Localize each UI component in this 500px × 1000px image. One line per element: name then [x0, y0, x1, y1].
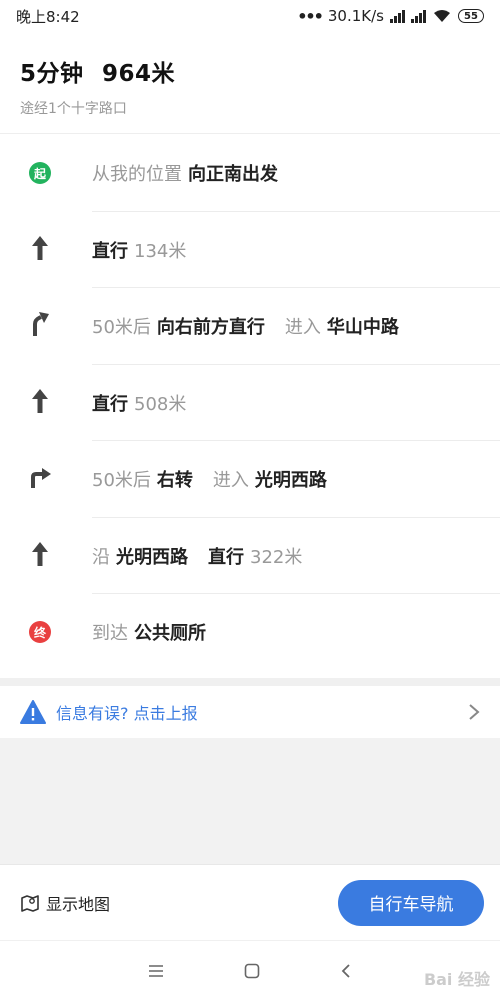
signal-icon: [390, 9, 405, 23]
status-indicators: ••• 30.1K/s 55: [297, 7, 484, 26]
straight-arrow-icon: [30, 388, 50, 418]
step-text: 沿: [92, 546, 110, 568]
wifi-icon: [434, 10, 450, 22]
show-map-label[interactable]: 显示地图: [46, 891, 110, 915]
step-text: 进入: [284, 317, 321, 339]
route-distance: 964米: [102, 61, 176, 87]
step-icon-container: 起: [0, 162, 92, 185]
step-text-emphasis: 华山中路: [326, 317, 399, 339]
show-map-button[interactable]: 显示地图: [20, 891, 110, 915]
route-step: 终 到达 公共厕所: [0, 594, 500, 671]
step-icon-container: 终: [0, 621, 92, 644]
step-text-emphasis: 光明西路: [254, 470, 327, 492]
home-icon[interactable]: [244, 963, 260, 979]
step-text-emphasis: 公共厕所: [134, 623, 206, 645]
step-text-emphasis: 直行: [92, 393, 128, 415]
step-instruction: 直行 134米: [92, 237, 186, 263]
step-icon-container: [0, 388, 92, 418]
menu-icon[interactable]: [148, 964, 164, 978]
step-instruction: 直行 508米: [92, 390, 186, 416]
step-text: 508米: [134, 393, 187, 415]
step-text-emphasis: 右转: [156, 470, 193, 492]
straight-arrow-icon: [30, 541, 50, 571]
route-summary-title: 5分钟 964米: [20, 54, 480, 88]
step-instruction: 沿光明西路 直行 322米: [92, 543, 302, 569]
step-text: 322米: [250, 546, 303, 568]
route-step: 沿光明西路 直行 322米: [0, 518, 500, 595]
chevron-right-icon: [469, 704, 480, 720]
step-text: 进入: [212, 470, 249, 492]
step-instruction: 从我的位置 向正南出发: [92, 160, 278, 186]
warning-icon: [20, 700, 46, 724]
route-step: 起 从我的位置 向正南出发: [0, 135, 500, 212]
step-instruction: 到达 公共厕所: [92, 619, 206, 645]
watermark: Bai 经验: [423, 970, 490, 989]
step-text-emphasis: 直行: [208, 546, 244, 568]
step-text-emphasis: 光明西路: [116, 546, 188, 568]
step-icon-container: [0, 235, 92, 265]
route-step: 直行 508米: [0, 365, 500, 442]
back-icon[interactable]: [340, 963, 352, 979]
bear-right-arrow-icon: [30, 311, 50, 341]
step-instruction: 50米后 向右前方直行 进入 华山中路: [92, 313, 399, 339]
step-text-emphasis: 向正南出发: [188, 164, 278, 186]
step-icon-container: [0, 541, 92, 571]
start-badge-icon: 起: [29, 162, 51, 185]
route-summary: 5分钟 964米 途经1个十字路口: [0, 32, 500, 134]
route-step: 直行 134米: [0, 212, 500, 289]
step-text: 50米后: [92, 317, 151, 339]
bottom-action-bar: 显示地图 自行车导航: [0, 864, 500, 940]
status-time: 晚上8:42: [16, 7, 80, 26]
report-error-row[interactable]: 信息有误? 点击上报: [0, 678, 500, 738]
step-instruction: 50米后 右转 进入 光明西路: [92, 466, 327, 492]
route-duration: 5分钟: [20, 61, 84, 87]
route-subtitle: 途经1个十字路口: [20, 101, 127, 117]
straight-arrow-icon: [30, 235, 50, 265]
empty-area: [0, 738, 500, 864]
notification-dots-icon: •••: [297, 6, 324, 26]
route-step: 50米后 右转 进入 光明西路: [0, 441, 500, 518]
map-icon: [21, 894, 39, 912]
signal-icon-2: [411, 9, 426, 23]
battery-icon: 55: [458, 9, 484, 23]
step-text: 到达: [92, 623, 128, 645]
network-speed: 30.1K/s: [327, 7, 384, 25]
report-error-label[interactable]: 信息有误? 点击上报: [56, 700, 468, 724]
step-text-emphasis: 向右前方直行: [156, 317, 265, 339]
step-text: 50米后: [92, 470, 151, 492]
step-icon-container: [0, 465, 92, 493]
route-steps-list: 起从我的位置 向正南出发 直行 134米 50米后 向右前方直行 进入 华山中路 直行 508米 5…: [0, 135, 500, 671]
route-step: 50米后 向右前方直行 进入 华山中路: [0, 288, 500, 365]
bike-navigation-button[interactable]: 自行车导航: [338, 879, 484, 926]
step-text: 从我的位置: [92, 164, 182, 186]
turn-right-arrow-icon: [28, 465, 52, 493]
status-bar: 晚上8:42 ••• 30.1K/s 55: [0, 0, 500, 32]
step-text-emphasis: 直行: [92, 240, 128, 262]
step-text: 134米: [134, 240, 187, 262]
step-icon-container: [0, 311, 92, 341]
end-badge-icon: 终: [29, 621, 51, 644]
